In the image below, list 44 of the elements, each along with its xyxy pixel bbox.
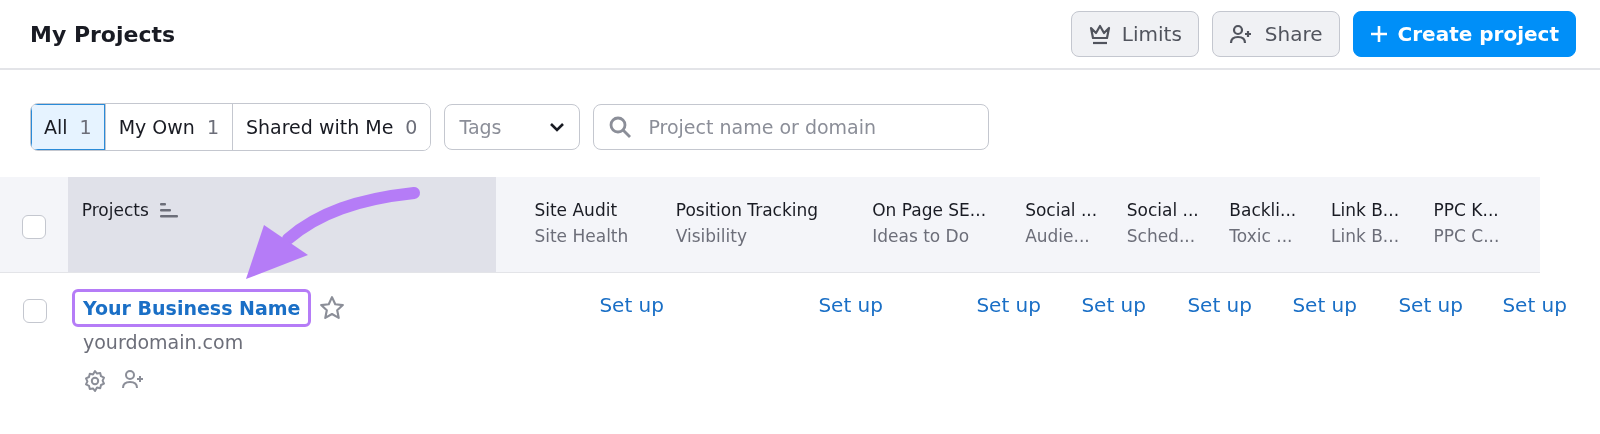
filter-tab[interactable]: Shared with Me 0 bbox=[231, 104, 431, 150]
search-icon bbox=[608, 115, 633, 139]
set-up-link[interactable]: Set up bbox=[1187, 293, 1252, 321]
filter-tab[interactable]: All 1 bbox=[31, 104, 105, 150]
set-up-link[interactable]: Set up bbox=[1081, 293, 1146, 321]
column-subtitle: Sched... bbox=[1126, 225, 1197, 248]
column-subtitle: Link B... bbox=[1330, 225, 1401, 248]
column-title: PPC K... bbox=[1433, 199, 1500, 222]
column-title: Position Tracking bbox=[675, 199, 820, 222]
page-title: My Projects bbox=[30, 21, 177, 47]
plus-icon bbox=[1369, 25, 1388, 43]
column-subtitle: Toxic ... bbox=[1229, 225, 1294, 248]
set-up-link[interactable]: Set up bbox=[1292, 293, 1357, 321]
column-title: Projects bbox=[81, 199, 149, 222]
sort-icon[interactable] bbox=[158, 201, 179, 219]
project-name-link[interactable]: Your Business Name bbox=[72, 289, 312, 327]
row-checkbox[interactable] bbox=[23, 299, 47, 323]
column-title: On Page SE... bbox=[872, 199, 988, 222]
column-subtitle: Ideas to Do bbox=[872, 225, 971, 248]
column-subtitle: Site Health bbox=[534, 225, 630, 248]
column-subtitle: Audie... bbox=[1025, 225, 1091, 248]
column-title: Link B... bbox=[1330, 199, 1401, 222]
column-title: Social ... bbox=[1025, 199, 1099, 222]
crown-icon bbox=[1087, 23, 1112, 45]
set-up-link[interactable]: Set up bbox=[976, 293, 1041, 321]
share-button[interactable]: Share bbox=[1211, 11, 1340, 57]
column-title: Site Audit bbox=[534, 199, 619, 222]
star-icon[interactable] bbox=[319, 295, 346, 321]
project-domain: yourdomain.com bbox=[82, 331, 244, 353]
column-subtitle: PPC C... bbox=[1433, 225, 1501, 248]
column-title: Social ... bbox=[1126, 199, 1200, 222]
set-up-link[interactable]: Set up bbox=[1502, 293, 1567, 321]
set-up-link[interactable]: Set up bbox=[1398, 293, 1463, 321]
set-up-link[interactable]: Set up bbox=[818, 293, 883, 321]
chevron-down-icon bbox=[549, 122, 566, 132]
select-all-checkbox[interactable] bbox=[21, 215, 46, 239]
column-subtitle: Visibility bbox=[675, 225, 748, 248]
create-project-button[interactable]: Create project bbox=[1352, 11, 1576, 57]
search-field[interactable]: Project name or domain bbox=[593, 104, 990, 150]
tags-dropdown[interactable]: Tags bbox=[444, 104, 581, 150]
settings-icon[interactable] bbox=[83, 369, 107, 393]
limits-button[interactable]: Limits bbox=[1070, 11, 1199, 57]
set-up-link[interactable]: Set up bbox=[599, 293, 664, 321]
column-title: Backli... bbox=[1229, 199, 1298, 222]
